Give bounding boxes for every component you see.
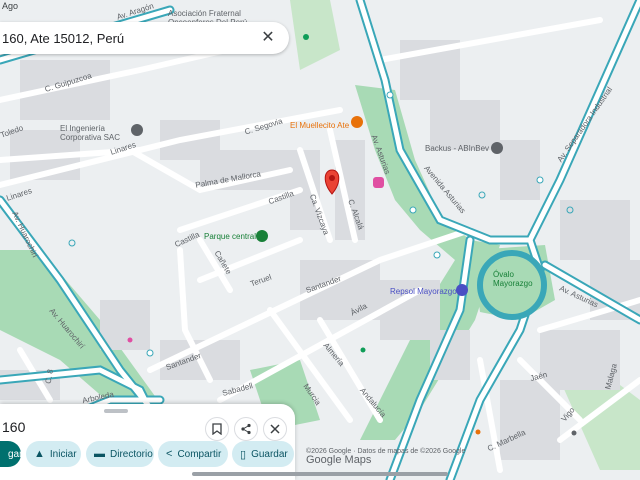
place-dot: [433, 251, 441, 259]
directory-button[interactable]: ▬ Directorio: [86, 441, 154, 467]
status-bar-text: Ago: [2, 1, 19, 11]
save-label: Guardar: [251, 448, 288, 460]
share-icon: <: [166, 448, 173, 460]
gas-station-poi-icon: [456, 284, 468, 296]
park-poi-icon: [256, 230, 268, 242]
directory-icon: ▬: [94, 448, 105, 460]
start-button[interactable]: ▲ Iniciar: [26, 441, 81, 467]
directory-label: Directorio: [110, 448, 153, 460]
start-label: Iniciar: [49, 448, 77, 460]
drag-handle[interactable]: [104, 409, 128, 413]
business-poi-icon: [491, 142, 503, 154]
place-title: 160: [2, 419, 26, 435]
poi-label[interactable]: El Ingeniería Corporativa SAC: [60, 124, 132, 142]
bookmark-icon[interactable]: [205, 417, 229, 441]
place-dot: [409, 206, 417, 214]
share-icon[interactable]: [234, 417, 258, 441]
restaurant-poi-icon: [351, 116, 363, 128]
navigation-icon: ▲: [34, 448, 45, 460]
place-dot: [303, 34, 309, 40]
poi-label[interactable]: El Muellecito Ate: [290, 121, 349, 130]
close-icon[interactable]: ✕: [259, 29, 277, 47]
hotel-poi-icon: [373, 177, 384, 188]
poi-label[interactable]: Parque central: [204, 232, 256, 241]
save-button[interactable]: ▯ Guardar: [232, 441, 294, 467]
share-button[interactable]: < Compartir: [158, 441, 228, 467]
search-query[interactable]: 160, Ate 15012, Perú: [2, 31, 124, 46]
poi-label[interactable]: Óvalo Mayorazgo: [493, 270, 533, 288]
google-maps-logo: Google Maps: [306, 454, 372, 466]
poi-label[interactable]: Backus - ABInBev: [425, 144, 489, 153]
place-dot: [386, 91, 394, 99]
bookmark-icon: ▯: [240, 448, 247, 461]
place-dot: [536, 176, 544, 184]
search-bar[interactable]: 160, Ate 15012, Perú ✕: [0, 22, 289, 54]
place-dot: [360, 347, 366, 353]
home-indicator[interactable]: [192, 472, 448, 476]
place-dot: [571, 430, 577, 436]
directions-label: gar: [8, 448, 23, 460]
poi-label[interactable]: Repsol Mayorazgo: [390, 287, 457, 296]
business-poi-icon: [131, 124, 143, 136]
place-dot: [127, 337, 133, 343]
place-dot: [146, 349, 154, 357]
place-dot: [475, 429, 481, 435]
close-icon[interactable]: [263, 417, 287, 441]
share-label: Compartir: [177, 448, 222, 460]
